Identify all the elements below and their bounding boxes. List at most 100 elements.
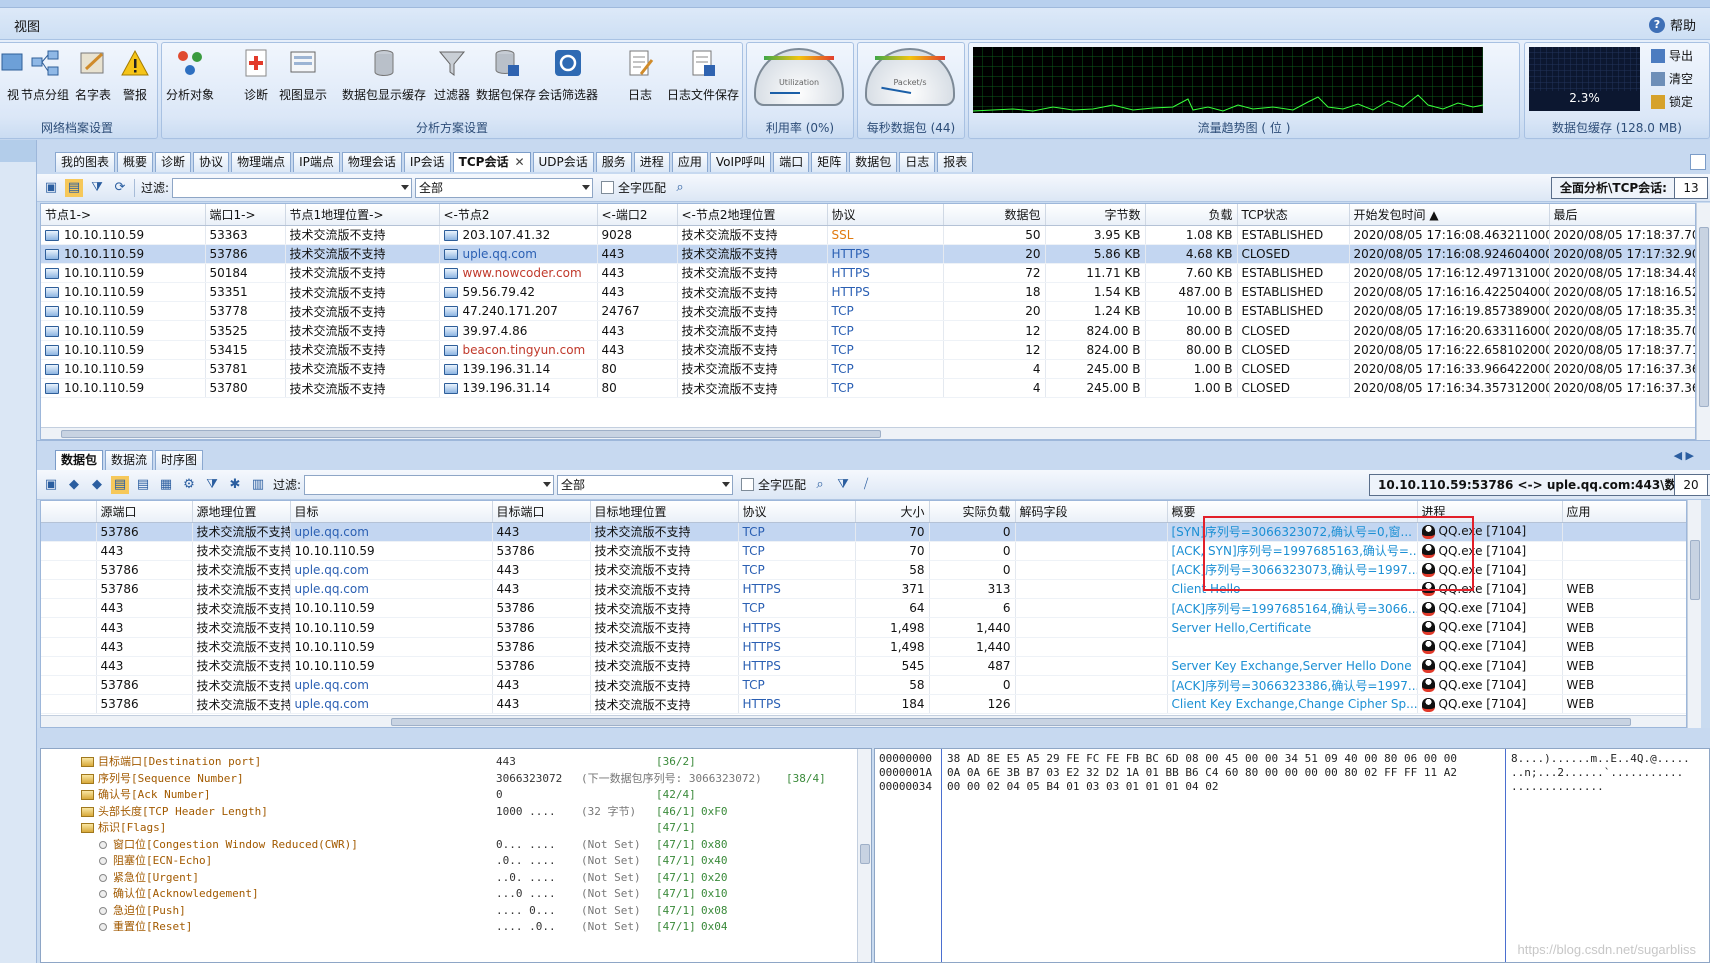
packet-column-header[interactable]: 协议 xyxy=(738,501,856,523)
tab-17[interactable]: 日志 xyxy=(899,152,936,172)
session-column-header[interactable]: <-节点2地理位置 xyxy=(677,204,828,226)
highlight-icon[interactable]: ▤ xyxy=(65,178,83,197)
table-row[interactable]: 10.10.110.59 53781 技术交流版不支持 139.196.31.14 80… xyxy=(41,359,1695,380)
packet-column-header[interactable]: 源地理位置 xyxy=(192,501,291,523)
tab-8[interactable]: TCP会话 ✕ xyxy=(452,152,531,172)
tab-6[interactable]: 物理会话 xyxy=(341,152,402,172)
export-icon[interactable]: ▥ xyxy=(249,476,267,494)
tab-15[interactable]: 矩阵 xyxy=(811,152,848,172)
decode-icon[interactable]: ⚙ xyxy=(180,476,198,494)
decode-tree-vscrollbar[interactable] xyxy=(857,749,871,962)
packet-column-header[interactable]: 目标地理位置 xyxy=(590,501,739,523)
filter-clear-icon[interactable]: ⧩ xyxy=(203,476,221,494)
table-row[interactable]: 10.10.110.59 53780 技术交流版不支持 139.196.31.14 80… xyxy=(41,378,1695,399)
tab-3[interactable]: 协议 xyxy=(193,152,230,172)
clear-button[interactable]: 清空 xyxy=(1651,70,1693,87)
session-column-header[interactable]: 数据包 xyxy=(943,204,1046,226)
packet-tab-0[interactable]: 数据包 xyxy=(55,450,104,470)
tab-12[interactable]: 应用 xyxy=(671,152,708,172)
session-column-header[interactable]: <-端口2 xyxy=(597,204,678,226)
packet-tab-1[interactable]: 数据流 xyxy=(105,450,154,470)
tab-18[interactable]: 报表 xyxy=(937,152,974,172)
view-display-button[interactable]: 视图显示 xyxy=(279,47,327,103)
session-column-header[interactable]: <-节点2 xyxy=(439,204,598,226)
prev-icon[interactable]: ◆ xyxy=(65,476,83,494)
session-column-header[interactable]: 负载 xyxy=(1145,204,1238,226)
packet-scope-select[interactable]: 全部 xyxy=(557,474,734,495)
search-icon[interactable]: ⌕ xyxy=(671,179,689,197)
packet-column-header[interactable]: 实际负载 xyxy=(929,501,1016,523)
log-button[interactable]: 日志 xyxy=(624,47,656,103)
session-column-header[interactable]: 节点1-> xyxy=(41,204,206,226)
decode-tree-row[interactable]: 标识[Flags] [47/1] xyxy=(41,819,856,837)
whole-word-checkbox[interactable] xyxy=(601,181,615,194)
name-table-button[interactable]: 名字表 xyxy=(75,47,111,103)
table-row[interactable]: 53786 技术交流版不支持 uple.qq.com 443 技术交流版不支持 TCP 58… xyxy=(41,675,1686,696)
session-column-header[interactable]: 最后 xyxy=(1549,204,1695,226)
packet-column-header[interactable]: 应用 xyxy=(1562,501,1686,523)
help-button[interactable]: ? 帮助 xyxy=(1648,15,1696,34)
filter-button[interactable]: 过滤器 xyxy=(434,47,470,103)
close-icon[interactable]: ✕ xyxy=(514,155,524,169)
refresh-icon[interactable]: ⟳ xyxy=(111,179,129,197)
packet-column-header[interactable]: 目标 xyxy=(290,501,493,523)
packet-hscrollbar[interactable] xyxy=(41,715,1686,727)
tab-5[interactable]: IP端点 xyxy=(293,152,340,172)
analysis-object-button[interactable]: 分析对象 xyxy=(166,47,214,103)
table-row[interactable]: 53786 技术交流版不支持 uple.qq.com 443 技术交流版不支持 HTTPS… xyxy=(41,694,1686,715)
decode-tree-row[interactable]: 序列号[Sequence Number] 3066323072 (下一数据包序列号:… xyxy=(41,770,856,788)
session-scope-select[interactable]: 全部 xyxy=(415,177,594,198)
decode-tree-row[interactable]: 急迫位[Push] .... 0... (Not Set) [47/1] 0x08 xyxy=(41,902,856,920)
table-row[interactable]: 443 技术交流版不支持 10.10.110.59 53786 技术交流版不支持 HTTP… xyxy=(41,617,1686,638)
tab-16[interactable]: 数据包 xyxy=(849,152,898,172)
lock-button[interactable]: 锁定 xyxy=(1651,93,1693,110)
tab-14[interactable]: 端口 xyxy=(773,152,810,172)
packet-save-button[interactable]: 数据包保存 xyxy=(476,47,536,103)
decode-tree-row[interactable]: 阻塞位[ECN-Echo] .0.. .... (Not Set) [47/1] 0x4… xyxy=(41,852,856,870)
session-hscrollbar[interactable] xyxy=(41,427,1695,439)
session-column-header[interactable]: 节点1地理位置-> xyxy=(285,204,440,226)
tab-1[interactable]: 概要 xyxy=(117,152,154,172)
decode-tree-row[interactable]: 头部长度[TCP Header Length] 1000 .... (32 字节) [… xyxy=(41,803,856,821)
tab-4[interactable]: 物理端点 xyxy=(231,152,292,172)
mark-icon[interactable]: ✱ xyxy=(226,476,244,494)
packet-display-cache-button[interactable]: 数据包显示缓存 xyxy=(342,47,426,103)
session-filter-input[interactable] xyxy=(172,177,413,198)
table-row[interactable]: 443 技术交流版不支持 10.10.110.59 53786 技术交流版不支持 HTTP… xyxy=(41,656,1686,677)
session-column-header[interactable]: 开始发包时间 ▲ xyxy=(1349,204,1550,226)
splitter[interactable] xyxy=(37,728,1710,748)
packet-column-header[interactable]: 源端口 xyxy=(96,501,193,523)
tab-scroll-arrows-icon[interactable]: ◀ ▶ xyxy=(1674,449,1694,462)
left-nav-selected-item[interactable] xyxy=(0,140,36,162)
export-button[interactable]: 导出 xyxy=(1651,47,1693,64)
menu-view[interactable]: 视图 xyxy=(14,16,40,35)
packet-vscrollbar[interactable] xyxy=(1687,500,1701,728)
tab-7[interactable]: IP会话 xyxy=(403,152,451,172)
save-icon[interactable]: ▣ xyxy=(42,179,60,197)
filter-clear-icon[interactable]: ⧩ xyxy=(88,179,106,197)
packet-column-header[interactable]: 目标端口 xyxy=(492,501,591,523)
decode-tree-row[interactable]: 确认位[Acknowledgement] ...0 .... (Not Set) [4… xyxy=(41,885,856,903)
filter-icon[interactable]: ⧩ xyxy=(834,476,852,494)
decode-tree-row[interactable]: 窗口位[Congestion Window Reduced(CWR)] 0... … xyxy=(41,836,856,854)
session-column-header[interactable]: TCP状态 xyxy=(1237,204,1350,226)
tab-11[interactable]: 进程 xyxy=(633,152,670,172)
save-menu-icon[interactable]: ▣ xyxy=(42,476,60,494)
tab-0[interactable]: 我的图表 xyxy=(55,152,116,172)
table-row[interactable]: 10.10.110.59 53363 技术交流版不支持 203.107.41.32 90… xyxy=(41,225,1695,245)
decode-tree-row[interactable]: 重置位[Reset] .... .0.. (Not Set) [47/1] 0x04 xyxy=(41,918,856,936)
tab-9[interactable]: UDP会话 xyxy=(532,152,594,172)
table-row[interactable]: 443 技术交流版不支持 10.10.110.59 53786 技术交流版不支持 TCP 6… xyxy=(41,598,1686,619)
table-row[interactable]: 10.10.110.59 53778 技术交流版不支持 47.240.171.207 2… xyxy=(41,301,1695,322)
search-icon[interactable]: ⌕ xyxy=(811,476,829,494)
packet-column-header[interactable]: 大小 xyxy=(855,501,930,523)
packet-filter-input[interactable] xyxy=(304,474,555,495)
decode-tree-row[interactable]: 确认号[Ack Number] 0 [42/4] xyxy=(41,786,856,804)
alert-button[interactable]: 警报 xyxy=(119,47,151,103)
session-column-header[interactable]: 端口1-> xyxy=(205,204,286,226)
node-group-button[interactable]: 节点分组 xyxy=(21,47,69,103)
log-file-save-button[interactable]: 日志文件保存 xyxy=(667,47,739,103)
tab-2[interactable]: 诊断 xyxy=(155,152,192,172)
packet-whole-word-checkbox[interactable] xyxy=(741,478,755,491)
decode-tree-row[interactable]: 目标端口[Destination port] 443 [36/2] xyxy=(41,753,856,771)
